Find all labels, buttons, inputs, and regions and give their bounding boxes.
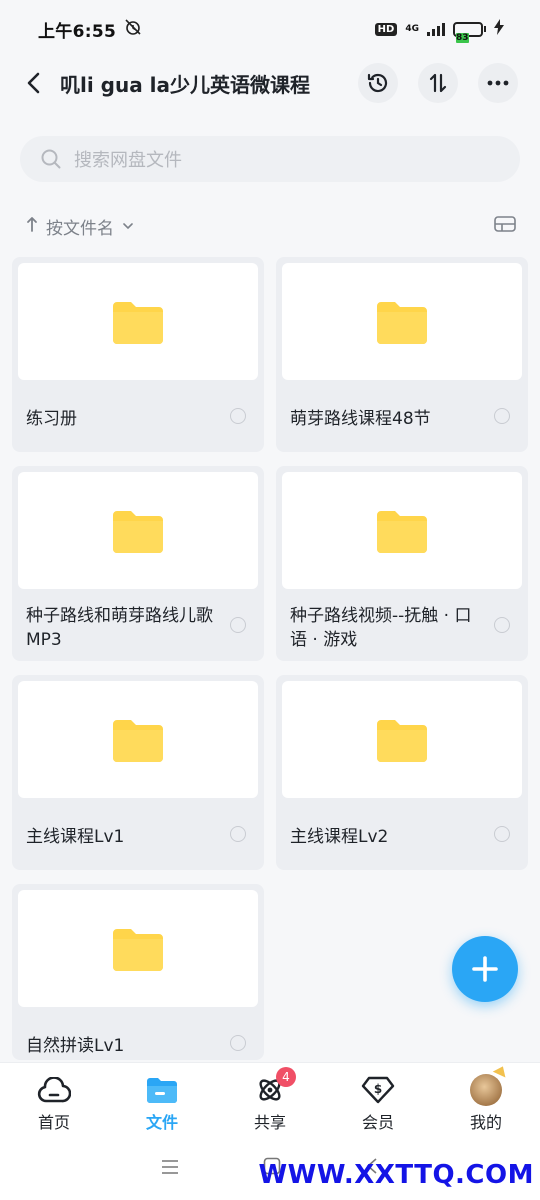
- status-indicators: HD 4G 83: [374, 19, 504, 43]
- nav-label: 文件: [145, 1113, 178, 1132]
- folder-name: 种子路线视频--抚触 · 口语 · 游戏: [290, 606, 472, 650]
- folder-card[interactable]: 种子路线和萌芽路线儿歌MP3: [12, 466, 264, 661]
- page-title: 叽li gua la少儿英语微课程: [60, 72, 311, 97]
- sort-label[interactable]: 按文件名: [46, 214, 114, 239]
- avatar: [470, 1074, 502, 1106]
- select-radio[interactable]: [230, 1035, 246, 1051]
- watermark: WWW.XXTTQ.COM: [258, 1160, 534, 1190]
- nav-label: 共享: [253, 1113, 286, 1132]
- nav-label: 我的: [469, 1113, 502, 1132]
- nav-share[interactable]: 4 共享: [216, 1063, 324, 1136]
- select-radio[interactable]: [230, 617, 246, 633]
- alarm-off-icon: [124, 18, 142, 40]
- more-icon: [487, 80, 509, 86]
- nav-label: 会员: [361, 1113, 394, 1132]
- hd-badge: HD: [374, 22, 398, 36]
- folder-icon: [377, 301, 427, 344]
- chevron-down-icon[interactable]: [122, 219, 134, 233]
- folder-card[interactable]: 主线课程Lv1: [12, 675, 264, 870]
- status-bar: 上午6:55 HD 4G 83: [0, 0, 540, 58]
- back-button[interactable]: [22, 71, 46, 95]
- folder-icon: [113, 301, 163, 344]
- history-icon: [367, 73, 388, 93]
- folder-card[interactable]: 萌芽路线课程48节: [276, 257, 528, 452]
- nav-label: 首页: [37, 1113, 70, 1132]
- folder-card[interactable]: 练习册: [12, 257, 264, 452]
- folder-icon: [377, 719, 427, 762]
- folder-icon: [113, 719, 163, 762]
- folder-name: 主线课程Lv2: [290, 827, 389, 847]
- folder-icon: [147, 1078, 177, 1103]
- folder-card[interactable]: 自然拼读Lv1: [12, 884, 264, 1060]
- folder-card[interactable]: 主线课程Lv2: [276, 675, 528, 870]
- header: 叽li gua la少儿英语微课程: [0, 58, 540, 108]
- select-radio[interactable]: [494, 826, 510, 842]
- folder-name: 练习册: [26, 409, 77, 429]
- plus-icon: [472, 956, 498, 982]
- folder-name: 主线课程Lv1: [26, 827, 125, 847]
- charging-icon: [494, 19, 504, 39]
- add-button[interactable]: [452, 936, 518, 1002]
- folder-icon: [377, 510, 427, 553]
- folder-name: 萌芽路线课程48节: [290, 409, 431, 429]
- svg-text:$: $: [374, 1082, 382, 1096]
- select-radio[interactable]: [494, 617, 510, 633]
- battery-icon: 83: [453, 21, 486, 43]
- notification-badge: 4: [276, 1067, 296, 1087]
- nav-me[interactable]: 我的: [432, 1063, 540, 1136]
- search-placeholder: 搜索网盘文件: [74, 150, 182, 171]
- nav-home[interactable]: 首页: [0, 1063, 108, 1136]
- status-time: 上午6:55: [38, 21, 117, 42]
- nav-vip[interactable]: $ 会员: [324, 1063, 432, 1136]
- search-icon: [41, 149, 61, 169]
- battery-level: 83: [456, 32, 469, 43]
- more-button[interactable]: [478, 63, 518, 103]
- sort-direction-icon[interactable]: [26, 216, 38, 236]
- signal-icon: [427, 22, 445, 36]
- nav-files[interactable]: 文件: [108, 1063, 216, 1136]
- history-button[interactable]: [358, 63, 398, 103]
- select-radio[interactable]: [494, 408, 510, 424]
- sort-transfer-icon: [429, 73, 447, 93]
- menu-icon[interactable]: [161, 1159, 179, 1178]
- bottom-nav: 首页 文件 4 共享 $ 会员 我的: [0, 1062, 540, 1136]
- folder-icon: [113, 510, 163, 553]
- transfer-button[interactable]: [418, 63, 458, 103]
- cloud-home-icon: [37, 1077, 71, 1103]
- view-toggle-icon[interactable]: [494, 215, 516, 237]
- folder-grid: 练习册 萌芽路线课程48节 种子路线和萌芽路线儿歌MP3 种子路线视频--抚触 …: [12, 257, 528, 1060]
- sort-bar: 按文件名: [26, 212, 516, 240]
- chevron-left-icon: [27, 72, 40, 94]
- select-radio[interactable]: [230, 408, 246, 424]
- folder-card[interactable]: 种子路线视频--抚触 · 口语 · 游戏: [276, 466, 528, 661]
- select-radio[interactable]: [230, 826, 246, 842]
- folder-icon: [113, 928, 163, 971]
- folder-name: 种子路线和萌芽路线儿歌MP3: [26, 606, 213, 650]
- search-input[interactable]: 搜索网盘文件: [20, 136, 520, 182]
- network-type: 4G: [405, 23, 419, 34]
- vip-dollar-icon: $: [361, 1076, 395, 1104]
